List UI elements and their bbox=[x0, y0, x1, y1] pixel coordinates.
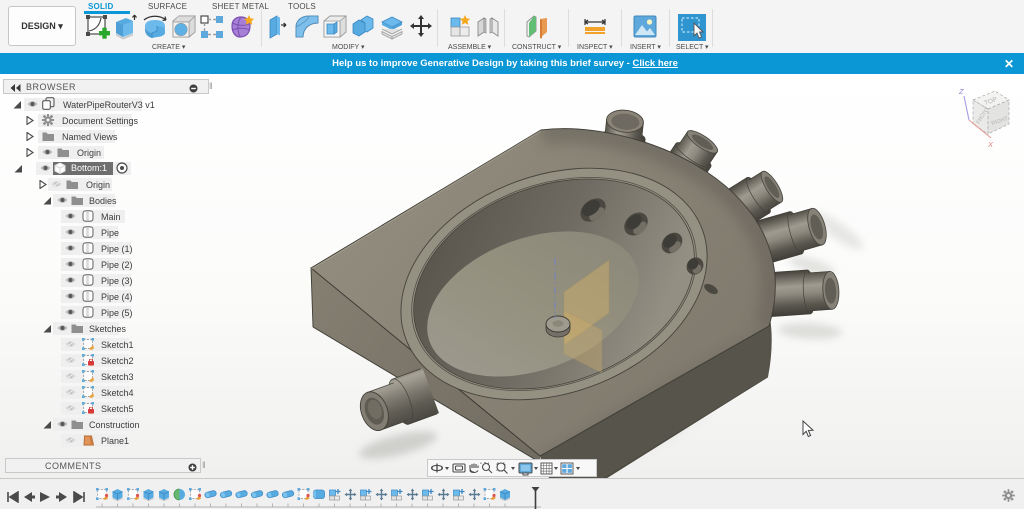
svg-text:Z: Z bbox=[958, 87, 964, 96]
svg-text:X: X bbox=[987, 140, 994, 149]
